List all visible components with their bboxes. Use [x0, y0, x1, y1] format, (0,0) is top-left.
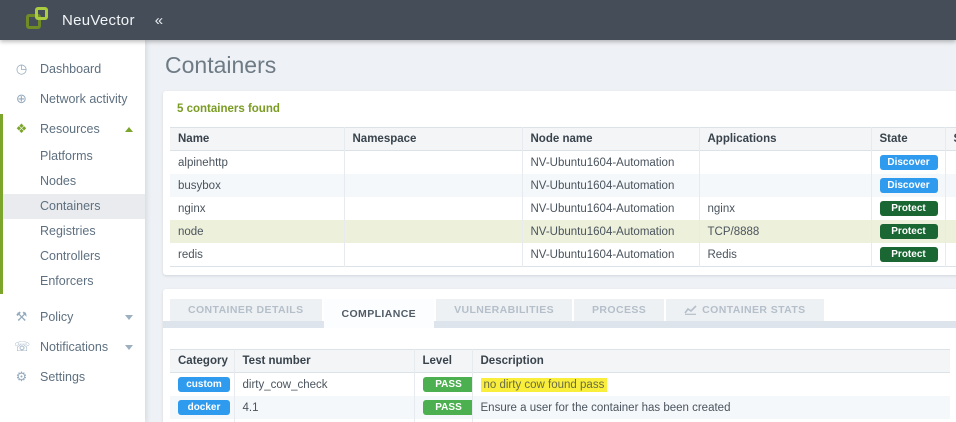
- brand-name: NeuVector: [62, 11, 135, 29]
- wrench-icon: ⚙: [15, 369, 28, 384]
- sidebar-item-nodes[interactable]: Nodes: [3, 169, 145, 194]
- column-header-category[interactable]: Category: [170, 349, 235, 373]
- sidebar-item-network-activity[interactable]: ⊕ Network activity: [0, 84, 145, 114]
- compliance-table: Category Test number Level Description c…: [170, 349, 950, 422]
- sidebar-item-platforms[interactable]: Platforms: [3, 144, 145, 169]
- category-badge: docker: [178, 400, 230, 415]
- sidebar-item-notifications[interactable]: ☏ Notifications: [0, 332, 145, 362]
- sidebar-item-enforcers[interactable]: Enforcers: [3, 269, 145, 294]
- sidebar-item-settings[interactable]: ⚙ Settings: [0, 362, 145, 392]
- tabs-underline-strip: [163, 321, 956, 328]
- container-detail-card: CONTAINER DETAILS COMPLIANCE VULNERABILI…: [163, 289, 956, 422]
- sidebar-item-registries[interactable]: Registries: [3, 219, 145, 244]
- highlighted-description: no dirty cow found pass: [480, 377, 608, 392]
- sidebar-item-containers[interactable]: Containers: [3, 194, 145, 219]
- chevron-down-icon: [125, 344, 133, 350]
- line-chart-icon: [684, 305, 697, 315]
- tab-container-details[interactable]: CONTAINER DETAILS: [170, 299, 322, 321]
- sidebar-collapse-icon[interactable]: «: [155, 12, 163, 29]
- containers-table-header: Name Namespace Node name Applications St…: [170, 127, 956, 151]
- sidebar: ◷ Dashboard ⊕ Network activity ❖ Resourc…: [0, 40, 145, 422]
- level-badge: PASS: [422, 400, 471, 415]
- tab-process[interactable]: PROCESS: [574, 299, 665, 321]
- sidebar-item-label: Dashboard: [40, 62, 102, 76]
- table-row[interactable]: nginx NV-Ubuntu1604-Automation nginx Pro…: [170, 197, 956, 220]
- column-header-state[interactable]: State: [871, 127, 946, 151]
- sidebar-item-policy[interactable]: ⚒ Policy: [0, 302, 145, 332]
- phone-icon: ☏: [14, 339, 31, 354]
- sidebar-item-label: Resources: [40, 122, 100, 136]
- category-badge: custom: [178, 377, 230, 392]
- table-row[interactable]: alpinehttp NV-Ubuntu1604-Automation Disc…: [170, 150, 956, 174]
- compliance-row[interactable]: custom dirty_cow_check PASS no dirty cow…: [170, 372, 950, 396]
- state-badge: Discover: [879, 155, 938, 170]
- table-row[interactable]: redis NV-Ubuntu1604-Automation Redis Pro…: [170, 243, 956, 267]
- page-title: Containers: [165, 52, 277, 78]
- containers-count-text: 5 containers found: [177, 103, 280, 115]
- sidebar-item-label: Settings: [40, 370, 86, 384]
- compliance-row[interactable]: docker 4.1 PASS Ensure a user for the co…: [170, 396, 950, 419]
- state-badge: Protect: [879, 201, 938, 216]
- chevron-up-icon: [125, 126, 133, 132]
- main-content: Containers 5 containers found Name Names…: [145, 40, 956, 422]
- tab-compliance[interactable]: COMPLIANCE: [323, 299, 435, 328]
- column-header-description[interactable]: Description: [472, 350, 950, 373]
- logo-square-light: [35, 7, 48, 20]
- tab-container-stats[interactable]: CONTAINER STATS: [666, 299, 824, 321]
- column-header-scan[interactable]: Scan: [945, 128, 956, 151]
- table-row[interactable]: busybox NV-Ubuntu1604-Automation Discove…: [170, 174, 956, 197]
- globe-icon: ⊕: [16, 91, 27, 106]
- table-row-selected[interactable]: node NV-Ubuntu1604-Automation TCP/8888 P…: [170, 220, 956, 243]
- tools-icon: ⚒: [15, 309, 28, 324]
- sidebar-item-resources[interactable]: ❖ Resources: [3, 114, 145, 144]
- sidebar-item-label: Network activity: [40, 92, 128, 106]
- column-header-node-name[interactable]: Node name: [522, 127, 700, 151]
- sidebar-item-controllers[interactable]: Controllers: [3, 244, 145, 269]
- column-header-applications[interactable]: Applications: [699, 127, 872, 151]
- level-badge: PASS: [422, 377, 471, 392]
- containers-card: 5 containers found Name Namespace Node n…: [163, 91, 956, 275]
- compliance-table-header: Category Test number Level Description: [170, 349, 950, 373]
- state-badge: Protect: [879, 247, 938, 262]
- top-header-bar: NeuVector «: [0, 0, 956, 40]
- containers-table: Name Namespace Node name Applications St…: [170, 127, 956, 267]
- neuvector-logo-icon: [26, 7, 53, 33]
- state-badge: Discover: [879, 178, 938, 193]
- detail-tabs: CONTAINER DETAILS COMPLIANCE VULNERABILI…: [163, 299, 956, 328]
- column-header-level[interactable]: Level: [414, 349, 473, 373]
- state-badge: Protect: [879, 224, 938, 239]
- sidebar-item-label: Policy: [40, 310, 74, 324]
- sidebar-item-label: Notifications: [40, 340, 109, 354]
- resources-group: ❖ Resources Platforms Nodes Containers R…: [0, 114, 145, 294]
- tab-vulnerabilities[interactable]: VULNERABILITIES: [436, 299, 573, 321]
- dashboard-clock-icon: ◷: [15, 61, 28, 76]
- column-header-namespace[interactable]: Namespace: [344, 127, 523, 151]
- column-header-name[interactable]: Name: [170, 127, 345, 151]
- sidebar-item-dashboard[interactable]: ◷ Dashboard: [0, 54, 145, 84]
- cubes-icon: ❖: [15, 121, 28, 136]
- column-header-test-number[interactable]: Test number: [234, 349, 415, 373]
- chevron-down-icon: [125, 314, 133, 320]
